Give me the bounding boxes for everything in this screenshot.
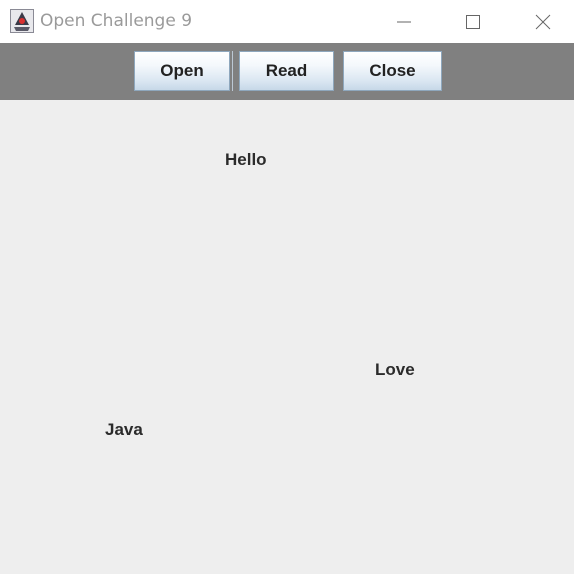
title-bar: Open Challenge 9 [0,0,574,43]
toolbar: Open Read Close [0,43,574,100]
java-duke-icon [10,9,34,33]
button-divider [232,51,233,91]
window-title: Open Challenge 9 [40,11,193,31]
read-button[interactable]: Read [239,51,334,91]
word-label-love: Love [375,360,415,379]
close-button[interactable]: Close [343,51,442,91]
maximize-icon [466,14,480,29]
close-window-button[interactable] [513,0,573,43]
maximize-button[interactable] [443,0,503,43]
canvas-panel: Hello Love Java [0,100,574,574]
minimize-icon [397,21,411,22]
minimize-button[interactable] [374,0,434,43]
word-label-java: Java [105,420,143,439]
open-button[interactable]: Open [134,51,230,91]
word-label-hello: Hello [225,150,267,169]
close-icon [535,14,551,29]
